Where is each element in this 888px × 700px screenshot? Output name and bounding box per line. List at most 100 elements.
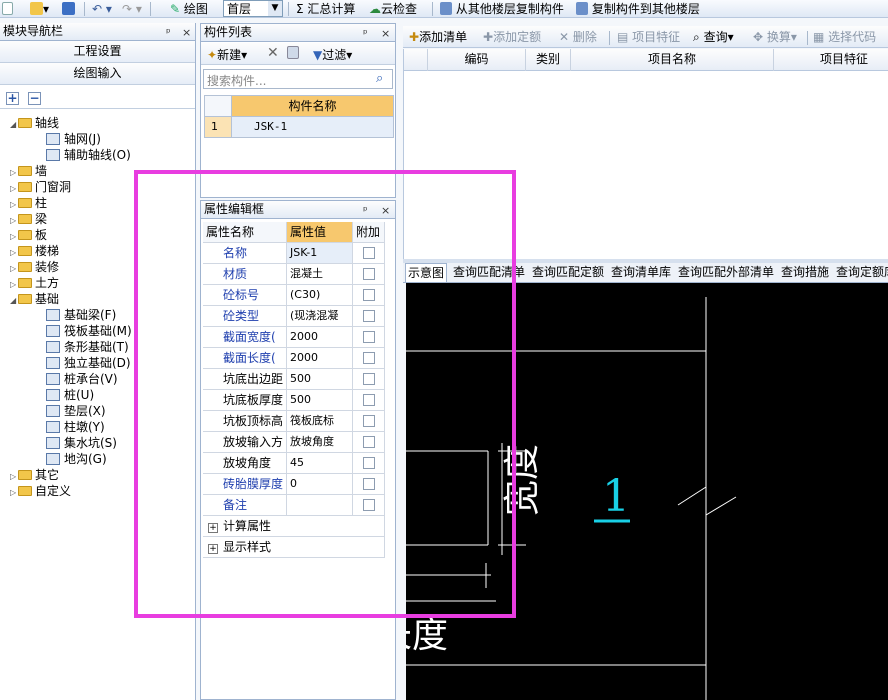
expand-icon[interactable]: + <box>208 544 218 554</box>
prop-value-field[interactable]: 2000 <box>287 327 353 348</box>
close-icon[interactable]: × <box>381 202 390 219</box>
tree-node[interactable]: ▷ 自定义 <box>10 483 71 499</box>
tree-node[interactable]: ▷ 柱 <box>10 195 47 211</box>
expanded-icon[interactable]: ◢ <box>10 117 18 133</box>
prop-value-field[interactable]: (现浇混凝 <box>287 306 353 327</box>
tree-node[interactable]: ▷ 墙 <box>10 163 47 179</box>
prop-value-field[interactable]: 筏板底标 <box>287 411 353 432</box>
extra-checkbox[interactable] <box>363 247 375 259</box>
sum-calc-button[interactable]: Σ 汇总计算 <box>296 1 355 17</box>
pin-icon[interactable]: ᵖ <box>363 25 368 42</box>
tree-subitem[interactable]: 集水坑(S) <box>46 435 117 451</box>
draw-input-button[interactable]: 绘图输入 <box>0 63 195 85</box>
tree-node[interactable]: ▷ 土方 <box>10 275 59 291</box>
close-icon[interactable]: × <box>381 25 390 42</box>
tree-subitem[interactable]: 辅助轴线(O) <box>46 147 131 163</box>
extra-checkbox[interactable] <box>363 331 375 343</box>
select-code-button[interactable]: ▦ 选择代码 <box>813 29 876 45</box>
undo-icon[interactable]: ↶ ▾ <box>92 1 112 17</box>
extra-checkbox[interactable] <box>363 499 375 511</box>
prop-value-field[interactable]: 500 <box>287 369 353 390</box>
convert-button[interactable]: ✥ 换算▾ <box>753 29 797 45</box>
tree-subitem[interactable]: 桩承台(V) <box>46 371 118 387</box>
tree-node[interactable]: ◢ 基础 <box>10 291 59 307</box>
tree-subitem[interactable]: 筏板基础(M) <box>46 323 132 339</box>
extra-checkbox[interactable] <box>363 268 375 280</box>
filter-button[interactable]: ▼过滤▾ <box>313 46 352 63</box>
search-icon[interactable]: ⌕ <box>376 71 383 86</box>
expand-all-icon[interactable]: + <box>6 92 19 105</box>
tree-node[interactable]: ▷ 板 <box>10 227 47 243</box>
extra-checkbox[interactable] <box>363 457 375 469</box>
collapsed-icon[interactable]: ▷ <box>10 485 18 501</box>
extra-checkbox[interactable] <box>363 415 375 427</box>
tab-2[interactable]: 查询匹配定额 <box>532 263 604 282</box>
delete-button[interactable]: ✕ 删除 <box>559 29 597 45</box>
collapse-all-icon[interactable]: − <box>28 92 41 105</box>
tab-0[interactable]: 示意图 <box>405 263 448 282</box>
extra-checkbox[interactable] <box>363 289 375 301</box>
add-list-button[interactable]: ✚添加清单 <box>409 29 467 45</box>
tree-subitem[interactable]: 地沟(G) <box>46 451 107 467</box>
cloud-check-button[interactable]: ☁云检查 <box>369 1 417 17</box>
tab-3[interactable]: 查询清单库 <box>611 263 671 282</box>
tree-node[interactable]: ◢ 轴线 <box>10 115 59 131</box>
tree-subitem[interactable]: 条形基础(T) <box>46 339 129 355</box>
tab-4[interactable]: 查询匹配外部清单 <box>678 263 774 282</box>
prop-value-field[interactable]: 放坡角度 <box>287 432 353 453</box>
tree-subitem[interactable]: 轴网(J) <box>46 131 101 147</box>
tree-node[interactable]: ▷ 装修 <box>10 259 59 275</box>
component-search-input[interactable]: 搜索构件... ⌕ <box>203 69 393 89</box>
new-file-icon[interactable] <box>2 1 13 17</box>
copy-to-floor-button[interactable]: 复制构件到其他楼层 <box>576 1 700 17</box>
prop-value-field[interactable] <box>287 495 353 516</box>
copy-from-floor-button[interactable]: 从其他楼层复制构件 <box>440 1 564 17</box>
prop-value-field[interactable]: 混凝土 <box>287 264 353 285</box>
tree-subitem[interactable]: 柱墩(Y) <box>46 419 105 435</box>
project-settings-button[interactable]: 工程设置 <box>0 41 195 63</box>
prop-value-field[interactable]: 45 <box>287 453 353 474</box>
prop-value-field[interactable]: JSK-1 <box>287 243 353 264</box>
extra-checkbox[interactable] <box>363 436 375 448</box>
extra-checkbox[interactable] <box>363 310 375 322</box>
copy-icon[interactable] <box>287 46 299 60</box>
open-folder-icon[interactable]: ▾ <box>30 1 49 17</box>
pin-icon[interactable]: ᵖ <box>166 24 171 41</box>
tree-node[interactable]: ▷ 其它 <box>10 467 59 483</box>
chevron-down-icon[interactable]: ▼ <box>268 1 282 16</box>
tree-subitem[interactable]: 独立基础(D) <box>46 355 131 371</box>
extra-checkbox[interactable] <box>363 478 375 490</box>
component-row-jsk1[interactable]: JSK-1 <box>232 117 393 137</box>
item-feature-button[interactable]: ▤ 项目特征 <box>617 29 680 45</box>
new-component-button[interactable]: ✦新建▾ <box>207 46 247 63</box>
tab-1[interactable]: 查询匹配清单 <box>453 263 525 282</box>
tab-5[interactable]: 查询措施 <box>781 263 829 282</box>
tree-subitem[interactable]: 桩(U) <box>46 387 94 403</box>
close-icon[interactable]: × <box>182 24 191 41</box>
add-quota-button[interactable]: ✚添加定额 <box>483 29 541 45</box>
prop-value-field[interactable]: 0 <box>287 474 353 495</box>
extra-checkbox[interactable] <box>363 373 375 385</box>
display-style-group[interactable]: + 显示样式 <box>203 537 385 558</box>
draw-button[interactable]: ✎ 绘图 <box>170 1 208 17</box>
save-icon[interactable] <box>62 1 75 17</box>
calc-props-group[interactable]: + 计算属性 <box>203 516 385 537</box>
tab-6[interactable]: 查询定额库 <box>836 263 888 282</box>
floor-select[interactable]: 首层 ▼ <box>223 0 283 17</box>
tree-subitem[interactable]: 垫层(X) <box>46 403 106 419</box>
prop-value-field[interactable]: 2000 <box>287 348 353 369</box>
tree-node[interactable]: ▷ 梁 <box>10 211 47 227</box>
query-button[interactable]: ⌕ 查询▾ <box>693 29 734 45</box>
tree-node[interactable]: ▷ 门窗洞 <box>10 179 71 195</box>
expanded-icon[interactable]: ◢ <box>10 293 18 309</box>
prop-value-field[interactable]: (C30) <box>287 285 353 306</box>
delete-icon[interactable]: ✕ <box>267 45 279 61</box>
prop-value-field[interactable]: 500 <box>287 390 353 411</box>
extra-checkbox[interactable] <box>363 394 375 406</box>
redo-icon[interactable]: ↷ ▾ <box>122 1 142 17</box>
pin-icon[interactable]: ᵖ <box>363 202 368 219</box>
extra-checkbox[interactable] <box>363 352 375 364</box>
expand-icon[interactable]: + <box>208 523 218 533</box>
tree-node[interactable]: ▷ 楼梯 <box>10 243 59 259</box>
tree-subitem[interactable]: 基础梁(F) <box>46 307 116 323</box>
